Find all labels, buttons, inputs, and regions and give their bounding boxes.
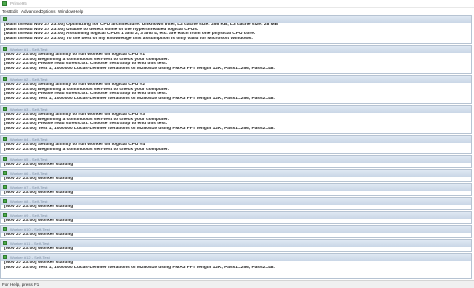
window-title: Worker #2 - Self-Test bbox=[10, 77, 48, 82]
window-caption[interactable]: Worker #6 - Self-Test bbox=[1, 170, 471, 177]
window-title: Worker #5 - Self-Test bbox=[10, 157, 48, 162]
menu-options[interactable]: Options bbox=[40, 8, 56, 15]
log-area: [Nov 27 23:00] Setting affinity to run w… bbox=[1, 143, 471, 152]
menu-help[interactable]: Help bbox=[74, 8, 83, 15]
log-area: [Nov 27 23:00] Worker starting bbox=[1, 233, 471, 238]
worker-window[interactable]: Worker #5 - Self-Test [Nov 27 23:00] Work… bbox=[0, 155, 472, 168]
window-caption[interactable]: Worker #2 - Self-Test bbox=[1, 76, 471, 83]
window-title: Worker #8 - Self-Test bbox=[10, 199, 48, 204]
window-icon bbox=[3, 213, 7, 217]
window-icon bbox=[3, 137, 7, 141]
log-line: [Nov 27 23:00] Worker starting bbox=[4, 219, 74, 223]
log-area: [Nov 27 23:00] Setting affinity to run w… bbox=[1, 53, 471, 71]
log-area: [Nov 27 23:00] Worker starting bbox=[1, 205, 471, 210]
log-area: [Nov 27 23:00] Worker starting bbox=[1, 177, 471, 182]
log-line: [Nov 27 23:00] Worker starting bbox=[4, 177, 74, 181]
menu-bar: Test Edit Advanced Options Window Help bbox=[0, 8, 474, 15]
worker-window[interactable]: Worker #8 - Self-Test [Nov 27 23:00] Work… bbox=[0, 197, 472, 210]
title-bar: Prime95 bbox=[0, 0, 474, 8]
log-line: [Nov 27 23:00] Test 1, 1000000 Lucas-Leh… bbox=[4, 66, 275, 71]
worker-window[interactable]: Worker #10 - Self-Test [Nov 27 23:00] Wor… bbox=[0, 225, 472, 238]
log-line: [Main thread Nov 27 23:00] To the best o… bbox=[4, 36, 253, 41]
window-icon bbox=[3, 185, 7, 189]
log-area: [Main thread Nov 27 23:00] Optimizing fo… bbox=[1, 23, 471, 41]
worker-window[interactable]: Worker #11 - Self-Test [Nov 27 23:00] Wor… bbox=[0, 239, 472, 252]
app-title: Prime95 bbox=[10, 1, 27, 6]
window-icon bbox=[3, 255, 7, 259]
worker-window[interactable]: Worker #1 - Self-Test [Nov 27 23:00] Sett… bbox=[0, 45, 472, 74]
worker-window[interactable]: Worker #9 - Self-Test [Nov 27 23:00] Work… bbox=[0, 211, 472, 224]
log-line: [Nov 27 23:00] Test 1, 1000000 Lucas-Leh… bbox=[4, 126, 275, 131]
log-line: [Nov 27 23:00] Test 1, 1000000 Lucas-Leh… bbox=[4, 265, 275, 270]
log-line: [Nov 27 23:00] Worker starting bbox=[4, 191, 74, 195]
window-caption[interactable]: Worker #7 - Self-Test bbox=[1, 184, 471, 191]
window-title: Worker #11 - Self-Test bbox=[10, 241, 50, 246]
worker-window[interactable]: Worker #12 - Self-Test [Nov 27 23:00] Wor… bbox=[0, 253, 472, 279]
log-line: [Nov 27 23:00] Worker starting bbox=[4, 233, 74, 237]
window-caption[interactable]: Worker #4 - Self-Test bbox=[1, 136, 471, 143]
worker-window[interactable]: Worker #7 - Self-Test [Nov 27 23:00] Work… bbox=[0, 183, 472, 196]
window-title: Worker #7 - Self-Test bbox=[10, 185, 48, 190]
log-area: [Nov 27 23:00] Worker starting bbox=[1, 163, 471, 168]
log-area: [Nov 27 23:00] Worker starting [Nov 27 23… bbox=[1, 261, 471, 270]
menu-window[interactable]: Window bbox=[58, 8, 74, 15]
window-icon bbox=[3, 199, 7, 203]
log-line: [Nov 27 23:00] Worker starting bbox=[4, 163, 74, 167]
status-bar: For Help, press F1 bbox=[0, 280, 474, 288]
window-caption[interactable]: Worker #5 - Self-Test bbox=[1, 156, 471, 163]
menu-advanced[interactable]: Advanced bbox=[21, 8, 41, 15]
window-caption[interactable]: Worker #10 - Self-Test bbox=[1, 226, 471, 233]
window-caption[interactable]: Worker #12 - Self-Test bbox=[1, 254, 471, 261]
log-area: [Nov 27 23:00] Setting affinity to run w… bbox=[1, 113, 471, 131]
log-line: [Nov 27 23:00] Worker starting bbox=[4, 205, 74, 209]
menu-edit[interactable]: Edit bbox=[10, 8, 18, 15]
window-title: Worker #4 - Self-Test bbox=[10, 137, 48, 142]
window-icon bbox=[3, 17, 7, 21]
app-icon bbox=[2, 1, 7, 6]
window-caption[interactable]: Worker #9 - Self-Test bbox=[1, 212, 471, 219]
window-caption[interactable]: Worker #3 - Self-Test bbox=[1, 106, 471, 113]
window-caption[interactable]: Worker #11 - Self-Test bbox=[1, 240, 471, 247]
window-title: Worker #3 - Self-Test bbox=[10, 107, 48, 112]
worker-window[interactable]: Worker #4 - Self-Test [Nov 27 23:00] Sett… bbox=[0, 135, 472, 154]
window-caption[interactable]: Worker #1 - Self-Test bbox=[1, 46, 471, 53]
log-line: [Nov 27 23:00] Worker starting bbox=[4, 247, 74, 251]
window-title: Worker #9 - Self-Test bbox=[10, 213, 48, 218]
worker-window[interactable]: Worker #6 - Self-Test [Nov 27 23:00] Work… bbox=[0, 169, 472, 182]
window-caption[interactable] bbox=[1, 16, 471, 23]
window-icon bbox=[3, 157, 7, 161]
log-area: [Nov 27 23:00] Setting affinity to run w… bbox=[1, 83, 471, 101]
log-area: [Nov 27 23:00] Worker starting bbox=[1, 219, 471, 224]
log-area: [Nov 27 23:00] Worker starting bbox=[1, 247, 471, 252]
main-thread-window[interactable]: [Main thread Nov 27 23:00] Optimizing fo… bbox=[0, 15, 472, 44]
mdi-workspace: [Main thread Nov 27 23:00] Optimizing fo… bbox=[0, 15, 474, 280]
window-icon bbox=[3, 47, 7, 51]
window-icon bbox=[3, 227, 7, 231]
window-title: Worker #12 - Self-Test bbox=[10, 255, 50, 260]
worker-window[interactable]: Worker #2 - Self-Test [Nov 27 23:00] Sett… bbox=[0, 75, 472, 104]
log-line: [Nov 27 23:00] Test 1, 1000000 Lucas-Leh… bbox=[4, 96, 275, 101]
worker-window[interactable]: Worker #3 - Self-Test [Nov 27 23:00] Sett… bbox=[0, 105, 472, 134]
window-icon bbox=[3, 171, 7, 175]
window-icon bbox=[3, 77, 7, 81]
window-title: Worker #10 - Self-Test bbox=[10, 227, 50, 232]
window-title: Worker #1 - Self-Test bbox=[10, 47, 48, 52]
log-area: [Nov 27 23:00] Worker starting bbox=[1, 191, 471, 196]
window-caption[interactable]: Worker #8 - Self-Test bbox=[1, 198, 471, 205]
log-line: [Nov 27 23:00] Beginning a continuous se… bbox=[4, 147, 169, 152]
status-text: For Help, press F1 bbox=[2, 282, 40, 287]
window-icon bbox=[3, 107, 7, 111]
window-title: Worker #6 - Self-Test bbox=[10, 171, 48, 176]
window-icon bbox=[3, 241, 7, 245]
